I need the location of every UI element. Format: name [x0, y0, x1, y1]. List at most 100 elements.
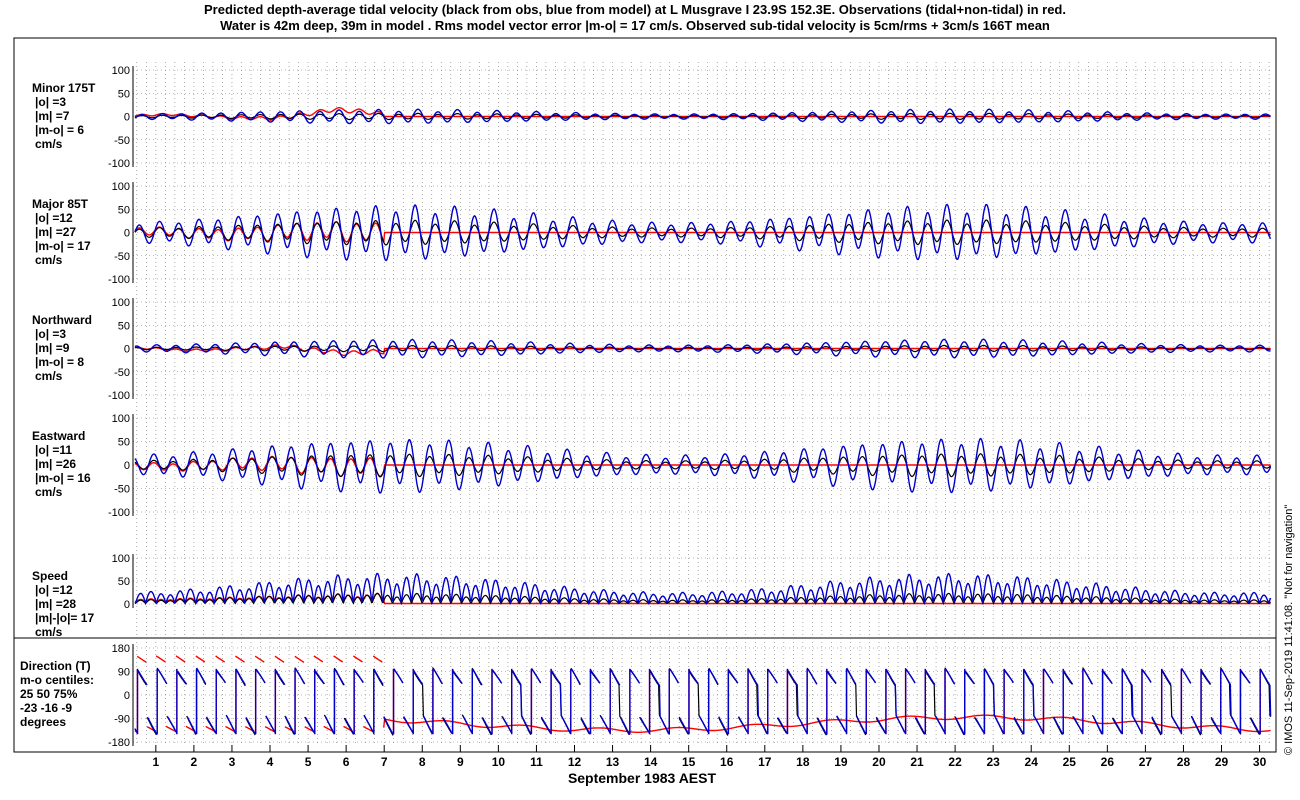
x-tick-label: 22	[948, 755, 962, 769]
panel-label-line: Speed	[32, 569, 68, 583]
x-tick-label: 9	[457, 755, 464, 769]
y-tick-label: 100	[112, 65, 130, 77]
y-tick-label: 100	[112, 413, 130, 425]
panel-label-line: |m-o| = 8	[35, 355, 84, 369]
series-predicted-model	[134, 437, 1272, 494]
panel-label-line: |m| =28	[35, 597, 76, 611]
x-tick-label: 7	[381, 755, 388, 769]
y-tick-label: -180	[108, 737, 130, 749]
panel-label-line: 25 50 75%	[20, 687, 78, 701]
panel-label-line: cm/s	[35, 369, 63, 383]
x-tick-label: 4	[267, 755, 274, 769]
x-tick-label: 5	[305, 755, 312, 769]
panel-major: 100 50 0 -50 -100 Major 85T|o| =12|m| =27|m-o…	[32, 181, 1272, 286]
x-axis: 1 2 3 4 5 6 7 8 9 10 11 12 13 14 15 16 17 18 19 20 21 22 23 24 2…	[152, 745, 1267, 786]
panel-minor: 100 50 0 -50 -100 Minor 175T|o| =3|m| =7|m-o|…	[32, 65, 1272, 170]
x-tick-label: 21	[910, 755, 924, 769]
y-tick-label: 0	[124, 460, 130, 472]
panel-label-line: Direction (T)	[20, 659, 91, 673]
x-tick-label: 12	[568, 755, 582, 769]
y-tick-label: 180	[112, 643, 130, 655]
panel-label-line: cm/s	[35, 485, 63, 499]
panel-label-line: |m-o| = 16	[35, 471, 91, 485]
y-tick-label: -100	[108, 390, 130, 402]
panel-speed: 100 50 0 Speed|o| =12|m| =28|m|-|o|= 17cm/s	[32, 553, 1272, 639]
y-tick-label: 0	[124, 690, 130, 702]
panel-label-line: |o| =3	[35, 95, 66, 109]
y-tick-label: 0	[124, 112, 130, 124]
x-tick-label: 23	[986, 755, 1000, 769]
series-predicted-obs	[134, 667, 1272, 736]
x-axis-label: September 1983 AEST	[568, 770, 717, 786]
panel-northward: 100 50 0 -50 -100 Northward|o| =3|m| =9|m-o| …	[32, 297, 1271, 402]
x-tick-label: 11	[530, 755, 543, 769]
x-tick-label: 30	[1253, 755, 1267, 769]
panel-label-line: |m| =9	[35, 341, 70, 355]
panel-label-line: Minor 175T	[32, 81, 96, 95]
y-tick-label: 100	[112, 181, 130, 193]
y-tick-label: -50	[114, 484, 130, 496]
x-tick-label: 14	[644, 755, 658, 769]
panel-direction: 180 90 0 -90 -180 Direction (T)m-o centiles:2…	[20, 643, 1272, 749]
x-tick-label: 26	[1101, 755, 1115, 769]
x-tick-label: 18	[796, 755, 810, 769]
x-tick-label: 25	[1063, 755, 1077, 769]
x-tick-label: 6	[343, 755, 350, 769]
panel-label-line: cm/s	[35, 137, 63, 151]
panel-label-line: |o| =12	[35, 211, 73, 225]
x-tick-label: 29	[1215, 755, 1229, 769]
x-tick-label: 8	[419, 755, 426, 769]
panel-label-line: |m| =26	[35, 457, 76, 471]
y-tick-label: 50	[118, 320, 130, 332]
copyright-credit: © IMOS 11-Sep-2019 11:41:08. "Not for na…	[1283, 504, 1295, 755]
panel-label-line: |m-o| = 6	[35, 123, 84, 137]
panel-label-line: Northward	[32, 313, 92, 327]
y-tick-label: 50	[118, 88, 130, 100]
x-tick-label: 28	[1177, 755, 1191, 769]
y-tick-label: -100	[108, 158, 130, 170]
y-tick-label: -50	[114, 251, 130, 263]
tidal-velocity-chart: 100500-50-100Minor 175T|o| =3|m| =7|m-o|…	[13, 37, 1277, 786]
panel-label-line: |o| =12	[35, 583, 73, 597]
x-tick-label: 27	[1139, 755, 1153, 769]
panel-label-line: -23 -16 -9	[20, 701, 72, 715]
panel-label-line: |m| =27	[35, 225, 76, 239]
x-tick-label: 3	[229, 755, 236, 769]
y-tick-label: 0	[124, 228, 130, 240]
x-tick-label: 1	[152, 755, 159, 769]
x-tick-label: 19	[834, 755, 848, 769]
y-tick-label: 0	[124, 599, 130, 611]
x-tick-label: 10	[492, 755, 506, 769]
x-tick-label: 15	[682, 755, 696, 769]
panel-label-line: |m-o| = 17	[35, 239, 91, 253]
x-tick-label: 17	[758, 755, 772, 769]
y-tick-label: 50	[118, 576, 130, 588]
vertical-grid	[136, 62, 1270, 745]
panel-label-line: |o| =11	[35, 443, 72, 457]
panel-label-line: cm/s	[35, 253, 63, 267]
panel-label-line: Eastward	[32, 429, 85, 443]
panel-label-line: degrees	[20, 715, 66, 729]
y-tick-label: 100	[112, 553, 130, 565]
x-tick-label: 13	[606, 755, 620, 769]
panel-label-line: |m|-|o|= 17	[35, 611, 94, 625]
y-tick-label: 100	[112, 297, 130, 309]
panel-label-line: |o| =3	[35, 327, 66, 341]
y-tick-label: -90	[114, 714, 130, 726]
panel-label-line: cm/s	[35, 625, 63, 639]
y-tick-label: 50	[118, 437, 130, 449]
panel-label-line: m-o centiles:	[20, 673, 94, 687]
x-tick-label: 24	[1025, 755, 1039, 769]
series-predicted-model	[134, 667, 1272, 736]
y-tick-label: -100	[108, 274, 130, 286]
y-tick-label: 90	[118, 667, 130, 679]
panel-eastward: 100 50 0 -50 -100 Eastward|o| =11|m| =26|m-o|…	[32, 413, 1272, 519]
y-tick-label: 0	[124, 344, 130, 356]
panel-label-line: |m| =7	[35, 109, 70, 123]
x-tick-label: 20	[872, 755, 886, 769]
y-tick-label: -50	[114, 367, 130, 379]
x-tick-label: 16	[720, 755, 734, 769]
y-tick-label: -100	[108, 507, 130, 519]
x-tick-label: 2	[191, 755, 198, 769]
y-tick-label: -50	[114, 135, 130, 147]
